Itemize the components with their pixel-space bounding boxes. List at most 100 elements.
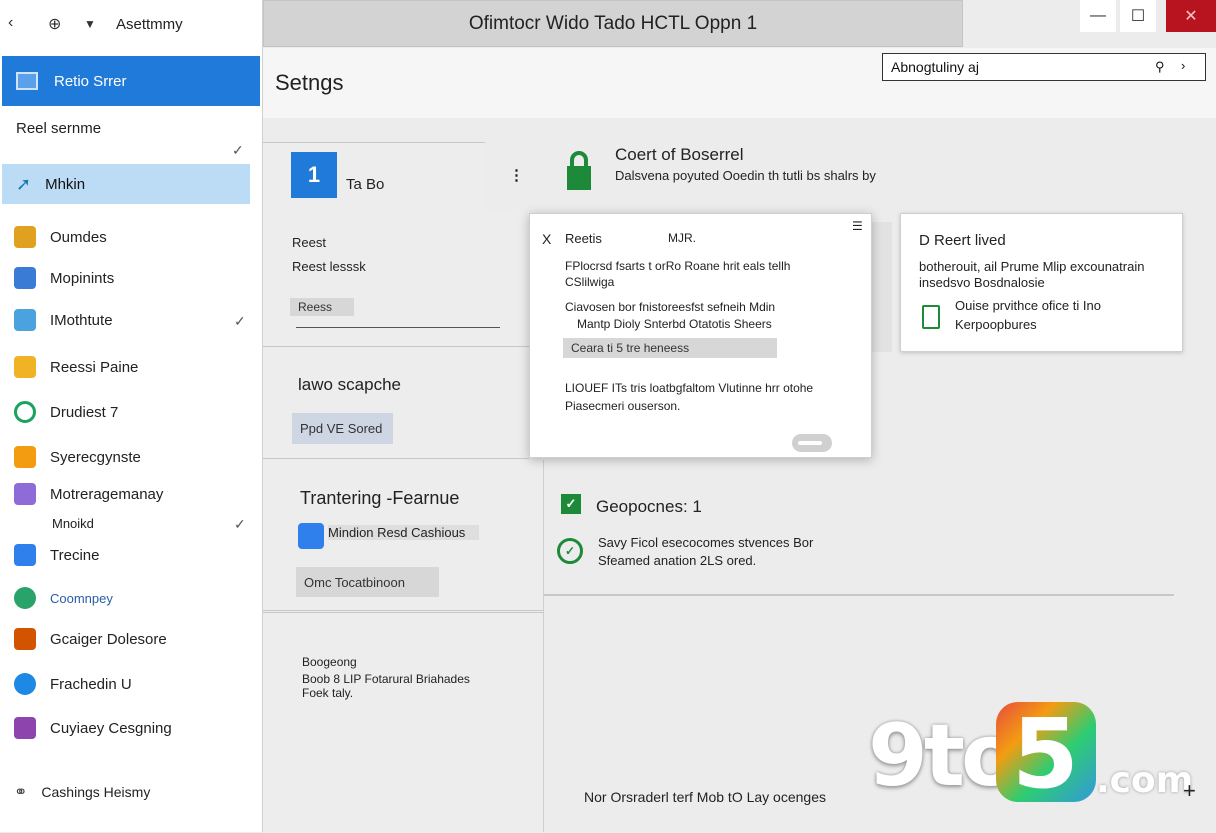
chevron-down-icon[interactable]: ▼ — [84, 17, 96, 31]
shield-icon — [14, 356, 36, 378]
title-bar: Ofimtocr Wido Tado HCTL Oppn 1 — [263, 0, 963, 47]
dialog-title: Reetis — [565, 231, 602, 246]
status-circle-icon: ✓ — [557, 538, 583, 564]
sub-label: Mnoikd — [52, 516, 94, 531]
menu-icon[interactable]: ☰ — [852, 219, 863, 233]
card-title: D Reert lived — [919, 232, 1006, 249]
card-line: Ouise prvithce ofice ti Ino — [955, 298, 1101, 313]
dialog-toggle[interactable] — [792, 434, 832, 452]
puzzle-icon — [14, 446, 36, 468]
section-item[interactable]: Mindion Resd Cashious — [328, 525, 480, 540]
section-title: lawo scapche — [298, 375, 402, 394]
section-button[interactable]: Omc Tocatbinoon — [296, 567, 439, 597]
sidebar-item-11[interactable]: Frachedin U — [14, 669, 132, 699]
sidebar-item-2[interactable]: Mopinints — [14, 263, 114, 293]
grid-icon — [14, 309, 36, 331]
sidebar-item-12[interactable]: Cuyiaey Cesgning — [14, 713, 172, 743]
account-name[interactable]: Asettmmy — [116, 16, 183, 33]
arrow-icon: ➚ — [16, 173, 32, 194]
divider — [544, 594, 1174, 596]
sidebar-item-5[interactable]: Drudiest 7 — [14, 397, 118, 427]
sidebar-footer[interactable]: ⚭ Cashings Heismy — [14, 782, 150, 802]
reset-field[interactable]: Reess — [290, 298, 354, 316]
link-icon: ⚭ — [14, 784, 28, 801]
nav-icon[interactable]: ⊕ — [48, 14, 61, 34]
dialog — [529, 213, 872, 458]
close-button[interactable]: ✕ — [1166, 0, 1216, 32]
sidebar-item-8[interactable]: Trecine — [14, 540, 99, 570]
info-line: Foek taly. — [302, 686, 354, 700]
sidebar-item-3[interactable]: IMothtute — [14, 305, 113, 335]
footer-label: Cashings Heismy — [41, 784, 151, 800]
sidebar-item-10[interactable]: Gcaiger Dolesore — [14, 624, 167, 654]
reset-line: Reest — [292, 235, 326, 250]
sidebar-item-7[interactable]: Motreragemanay — [14, 479, 163, 509]
document-icon — [922, 305, 940, 329]
sidebar-item-label: Reessi Paine — [50, 358, 139, 376]
sidebar-item-label: Drudiest 7 — [50, 403, 119, 421]
dialog-line: Piasecmeri ouserson. — [565, 399, 681, 413]
dialog-tag: MJR. — [668, 231, 696, 245]
logo-text: 9to — [868, 706, 1020, 806]
dialog-line: LIOUEF ITs tris loatbgfaltom Vlutinne hr… — [565, 381, 814, 395]
sidebar-item-label: IMothtute — [50, 311, 113, 329]
add-icon[interactable]: + — [1183, 778, 1196, 804]
minimize-button[interactable]: — — [1080, 0, 1116, 32]
sidebar-item-highlighted[interactable]: ➚ Mhkin — [2, 164, 250, 204]
card-line: insedsvo Bosdnalosie — [919, 275, 1045, 290]
status-icon: ✓ — [561, 494, 581, 514]
maximize-button[interactable]: ☐ — [1120, 0, 1156, 32]
cube-icon — [14, 544, 36, 566]
more-icon[interactable]: ⋮ — [509, 166, 524, 184]
back-icon[interactable]: ‹ — [8, 14, 13, 32]
section-line: Savy Ficol esecocomes stvences Bor — [598, 535, 814, 550]
app-icon — [14, 226, 36, 248]
card-line: Kerpoopbures — [955, 317, 1037, 332]
cube-icon — [14, 483, 36, 505]
sidebar: ‹ ⊕ ▼ Asettmmy Retio Srrer Reel sernme ✓… — [0, 0, 263, 832]
info-line: Boogeong — [302, 655, 357, 669]
section-title: Geopocnes: 1 — [596, 497, 702, 516]
window-icon — [16, 72, 38, 90]
info-line: Boob 8 LIP Fotarural Briahades — [302, 672, 470, 686]
panel-section4 — [263, 612, 543, 833]
sidebar-item-6[interactable]: Syerecgynste — [14, 442, 141, 472]
section-title: Trantering -Fearnue — [300, 488, 460, 508]
footer-text: Nor Orsraderl terf Mob tO Lay ocenges — [584, 789, 826, 805]
close-icon[interactable]: X — [542, 231, 551, 247]
sidebar-item-label: Syerecgynste — [50, 448, 141, 466]
sidebar-item-label: Coomnpey — [50, 590, 113, 606]
sidebar-item-9[interactable]: Coomnpey — [14, 583, 113, 613]
chevron-right-icon[interactable]: › — [1181, 58, 1185, 73]
dialog-line: CSlilwiga — [565, 275, 615, 289]
chevron-down-icon[interactable]: ✓ — [232, 142, 244, 159]
window-title: Ofimtocr Wido Tado HCTL Oppn 1 — [468, 12, 758, 34]
hexagon-icon — [14, 628, 36, 650]
sidebar-item-4[interactable]: Reessi Paine — [14, 352, 138, 382]
sidebar-item-selected[interactable]: Retio Srrer — [2, 56, 260, 106]
card-line: botherouit, ail Prume Mlip excounatrain — [919, 259, 1145, 274]
dialog-line: Mantp Dioly Snterbd Otatotis Sheers — [577, 317, 772, 331]
dialog-field[interactable]: Ceara ti 5 tre heneess — [563, 338, 777, 358]
page-title: Setngs — [275, 70, 344, 95]
sidebar-item-label: Frachedin U — [50, 675, 132, 693]
sidebar-item-label: Trecine — [50, 546, 100, 564]
check-icon: ✓ — [234, 313, 246, 329]
app-icon — [298, 523, 324, 549]
section-line: Sfeamed anation 2LS ored. — [598, 553, 757, 568]
sidebar-item-label: Oumdes — [50, 228, 107, 246]
card-shadow — [872, 222, 892, 352]
section-label: Reel sernme — [16, 120, 102, 137]
sidebar-item-1[interactable]: Oumdes — [14, 222, 107, 252]
globe-icon — [14, 587, 36, 609]
search-icon[interactable]: ⚲ — [1155, 59, 1165, 75]
sidebar-item-label: Mhkin — [45, 175, 86, 193]
section-button[interactable]: Ppd VE Sored — [292, 413, 393, 444]
tile-label: Ta Bo — [346, 176, 385, 193]
card-subtitle: Dalsvena poyuted Ooedin th tutli bs shal… — [615, 168, 876, 183]
search-value: Abnogtuliny aj — [891, 59, 979, 75]
sidebar-item-label: Mopinints — [50, 269, 115, 287]
app-icon — [14, 267, 36, 289]
search-input[interactable]: Abnogtuliny aj ⚲ › — [882, 53, 1206, 81]
tile-number[interactable]: 1 — [291, 152, 337, 198]
